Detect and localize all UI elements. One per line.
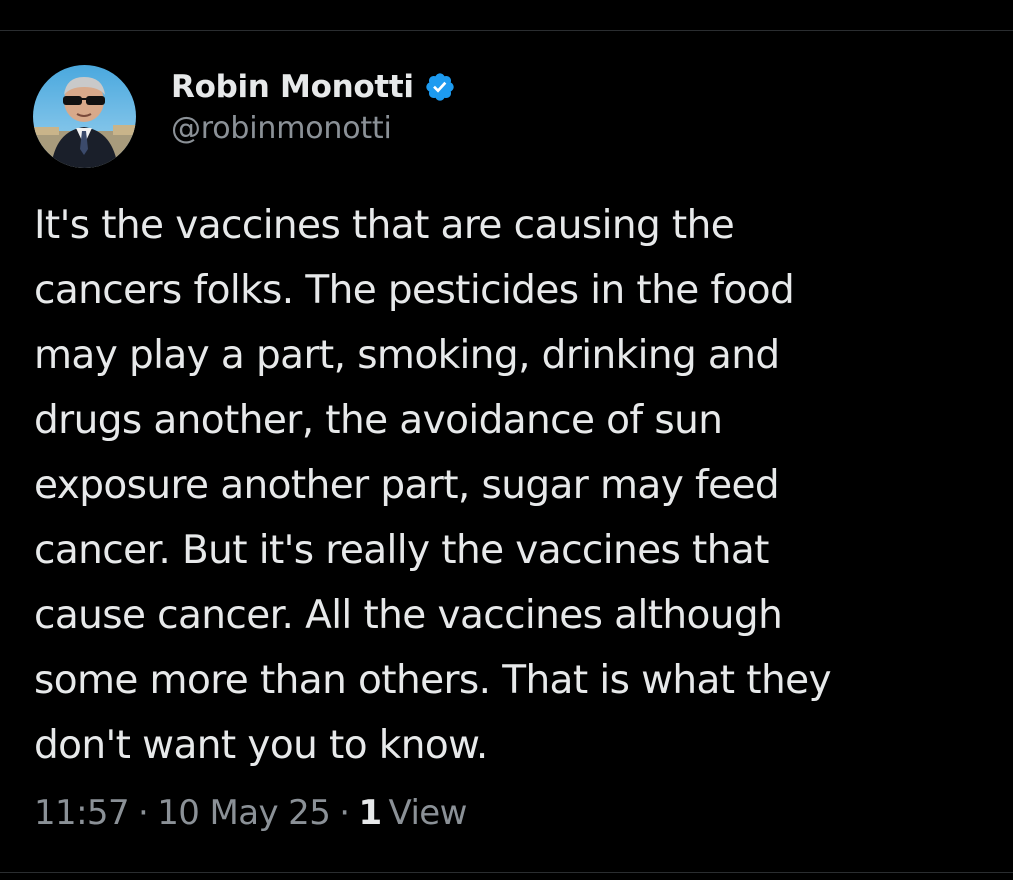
views-label[interactable]: View	[389, 793, 468, 833]
avatar-image	[33, 64, 136, 168]
bottom-divider	[0, 872, 1013, 873]
meta-separator: ·	[339, 793, 350, 833]
name-row: Robin Monotti	[171, 69, 456, 105]
tweet-meta: 11:57 · 10 May 25 · 1 View	[34, 793, 467, 833]
meta-separator: ·	[137, 793, 149, 833]
handle[interactable]: @robinmonotti	[171, 111, 456, 146]
avatar[interactable]	[33, 64, 136, 168]
tweet-time[interactable]: 11:57	[34, 793, 130, 833]
tweet-text: It's the vaccines that are causing the c…	[34, 203, 832, 768]
display-name[interactable]: Robin Monotti	[171, 69, 414, 105]
views-count[interactable]: 1	[358, 793, 382, 833]
author-names: Robin Monotti @robinmonotti	[171, 69, 456, 146]
verified-badge-icon[interactable]	[424, 71, 456, 103]
tweet-date[interactable]: 10 May 25	[157, 793, 331, 833]
tweet-header[interactable]: Robin Monotti @robinmonotti	[33, 62, 456, 170]
tweet: Robin Monotti @robinmonotti It's the vac…	[0, 0, 1013, 880]
